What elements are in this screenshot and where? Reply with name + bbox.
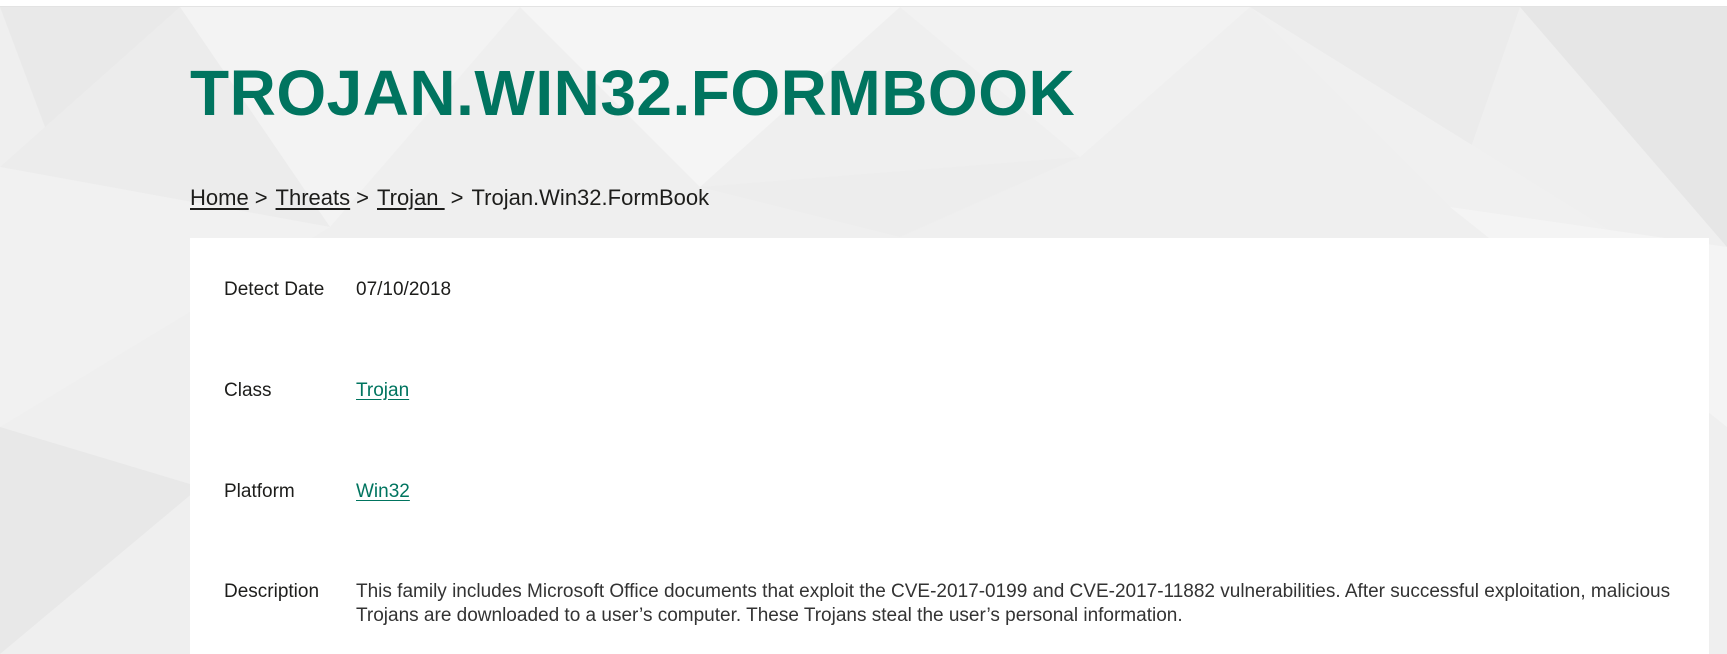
class-label: Class bbox=[224, 380, 272, 401]
top-border bbox=[0, 0, 1727, 7]
detect-date-label: Detect Date bbox=[224, 279, 325, 300]
breadcrumb: Home > Threats > Trojan > Trojan.Win32.FormBo… bbox=[190, 185, 709, 211]
description-text: This family includes Microsoft Office do… bbox=[356, 581, 1671, 626]
breadcrumb-separator: > bbox=[254, 185, 268, 210]
threat-details-card: Detect Date 07/10/2018 Class Trojan Plat… bbox=[190, 238, 1709, 654]
breadcrumb-threats-link[interactable]: Threats bbox=[276, 185, 351, 210]
detect-date-value: 07/10/2018 bbox=[356, 279, 452, 300]
breadcrumb-home-link[interactable]: Home bbox=[190, 185, 249, 210]
breadcrumb-current: Trojan.Win32.FormBook bbox=[471, 185, 710, 210]
breadcrumb-separator: > bbox=[356, 185, 369, 210]
breadcrumb-trojan-link[interactable]: Trojan bbox=[377, 185, 445, 210]
page-title: TROJAN.WIN32.FORMBOOK bbox=[190, 57, 1076, 129]
breadcrumb-separator: > bbox=[450, 185, 464, 210]
class-link[interactable]: Trojan bbox=[356, 380, 409, 401]
description-label: Description bbox=[224, 581, 320, 602]
platform-link[interactable]: Win32 bbox=[356, 481, 410, 502]
platform-label: Platform bbox=[224, 481, 295, 502]
